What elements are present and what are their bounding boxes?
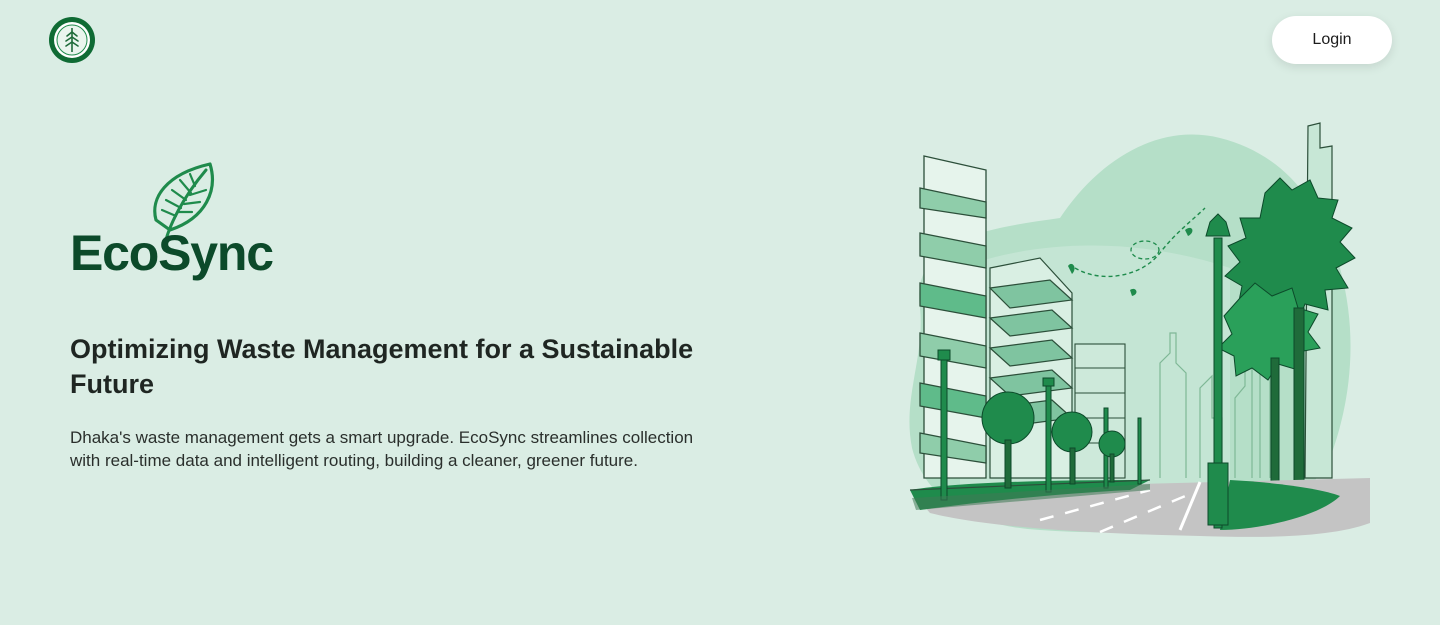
hero-title: Optimizing Waste Management for a Sustai… <box>70 334 694 399</box>
login-button[interactable]: Login <box>1272 16 1392 64</box>
brand-logo: EcoSync <box>68 160 308 300</box>
leaf-emblem-icon <box>49 17 95 63</box>
app-logo[interactable] <box>48 16 96 64</box>
city-illustration <box>900 118 1370 548</box>
brand-name: EcoSync <box>70 225 274 281</box>
green-city-street-illustration <box>909 122 1370 537</box>
hero-description: Dhaka's waste management gets a smart up… <box>70 428 694 470</box>
